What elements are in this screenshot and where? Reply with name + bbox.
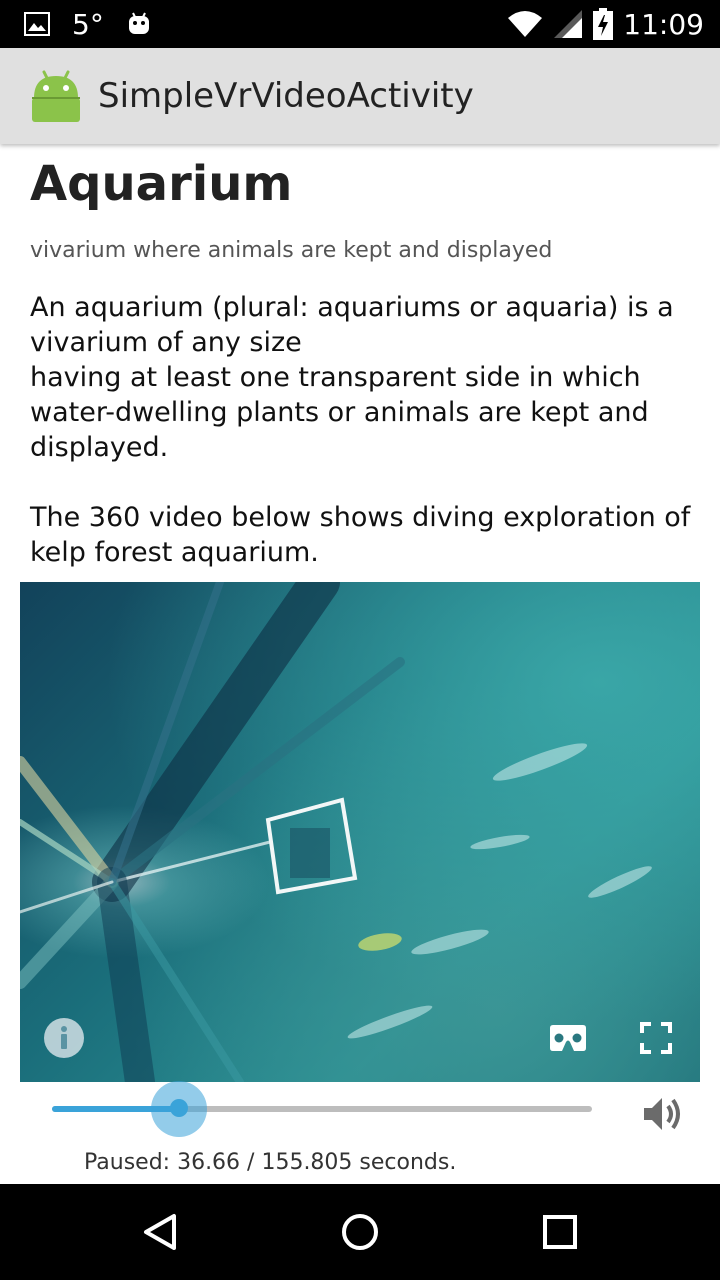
android-logo-icon xyxy=(28,68,84,124)
paragraph-line: having at least one transparent side in … xyxy=(30,362,649,463)
back-icon xyxy=(144,1214,176,1250)
volume-button[interactable] xyxy=(640,1092,684,1136)
cardboard-vr-button[interactable] xyxy=(548,1024,588,1052)
video-frame xyxy=(20,582,652,1082)
navigation-bar xyxy=(0,1184,720,1280)
seek-thumb[interactable] xyxy=(169,1099,188,1117)
page-subtitle: vivarium where animals are kept and disp… xyxy=(30,238,553,263)
clock: 11:09 xyxy=(623,7,704,41)
android-notification-icon xyxy=(126,11,152,37)
main-content: Aquarium vivarium where animals are kept… xyxy=(0,144,720,1184)
paragraph-line: An aquarium (plural: aquariums or aquari… xyxy=(30,292,674,358)
app-bar: SimpleVrVideoActivity xyxy=(0,48,720,144)
wifi-icon xyxy=(507,10,543,38)
vr-video-view[interactable] xyxy=(20,582,700,1082)
cardboard-vr-icon xyxy=(550,1025,586,1051)
signal-icon xyxy=(553,9,583,39)
image-notification-icon xyxy=(24,12,50,36)
recents-button[interactable] xyxy=(536,1208,584,1256)
article-body: An aquarium (plural: aquariums or aquari… xyxy=(30,290,700,605)
app-title: SimpleVrVideoActivity xyxy=(98,76,474,116)
page-title: Aquarium xyxy=(30,156,293,212)
volume-icon xyxy=(644,1098,680,1130)
home-button[interactable] xyxy=(336,1208,384,1256)
temperature-text: 5° xyxy=(72,7,104,41)
back-button[interactable] xyxy=(136,1208,184,1256)
video-description: The 360 video below shows diving explora… xyxy=(30,502,691,568)
fullscreen-icon xyxy=(640,1022,672,1054)
fullscreen-button[interactable] xyxy=(640,1022,672,1054)
playback-status: Paused: 36.66 / 155.805 seconds. xyxy=(84,1150,457,1175)
info-icon xyxy=(61,1026,67,1049)
status-bar: 5° 11:09 xyxy=(0,0,720,48)
home-icon xyxy=(342,1214,378,1250)
battery-charging-icon xyxy=(593,8,614,40)
seek-bar[interactable] xyxy=(52,1081,592,1137)
info-button[interactable] xyxy=(44,1018,84,1058)
recents-icon xyxy=(543,1215,577,1249)
